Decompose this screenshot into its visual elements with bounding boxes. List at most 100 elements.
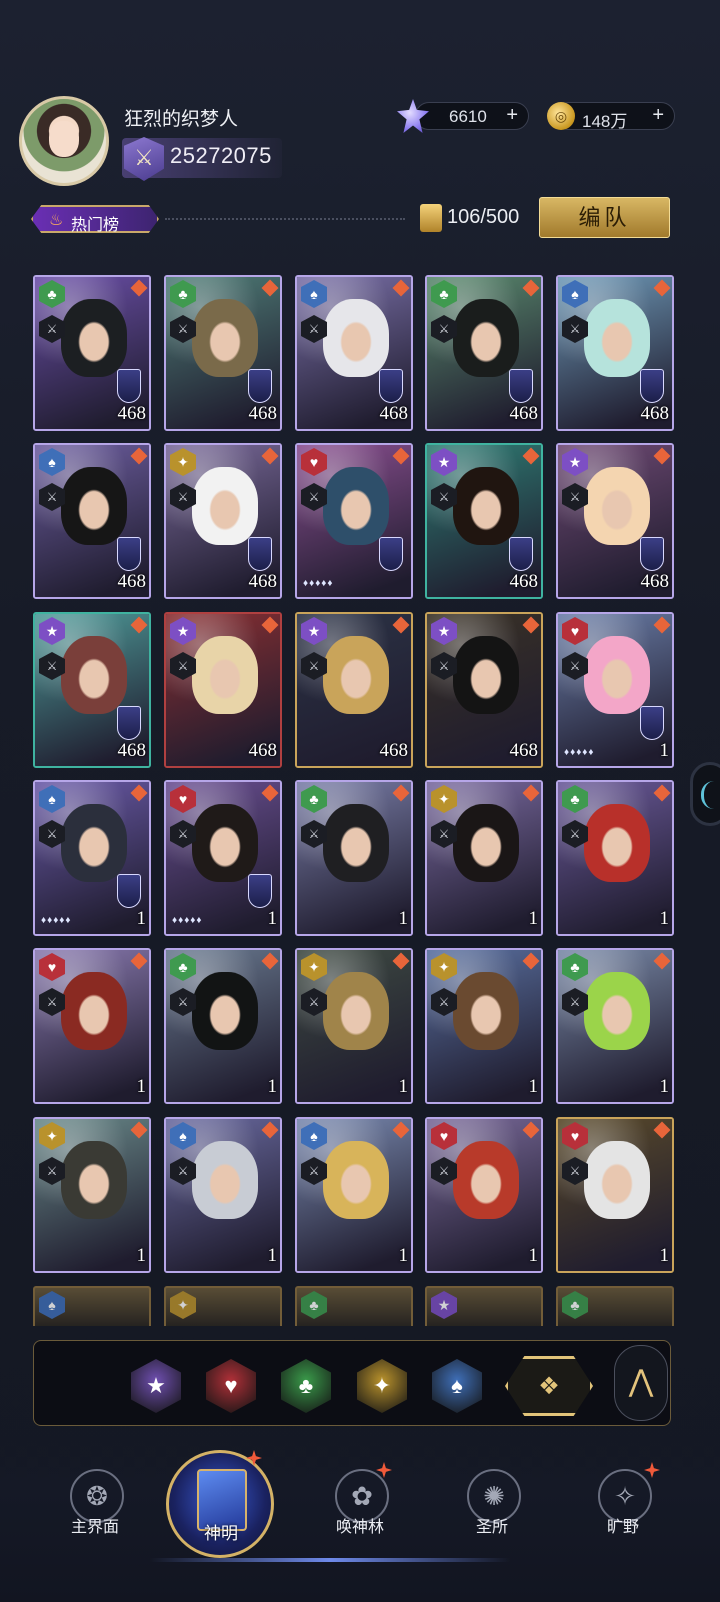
collapse-filter-button[interactable]: ⋀ xyxy=(614,1345,668,1421)
hero-card[interactable]: ♠ ⚔ 468 xyxy=(556,275,674,431)
hero-card[interactable]: ♥ ⚔ ♦♦♦♦♦ 1 xyxy=(164,780,282,936)
nav-main-label: 主界面 xyxy=(70,1519,119,1536)
hero-card[interactable]: ♠ ⚔ 468 xyxy=(33,443,151,599)
nav-gods-label: 神明 xyxy=(204,1524,238,1543)
hero-card[interactable]: ♥ ⚔ 1 xyxy=(556,1117,674,1273)
hero-card[interactable]: ✦ ⚔ 1 xyxy=(425,948,543,1104)
card-level: 1 xyxy=(136,1076,147,1097)
rank-shield-icon xyxy=(509,537,533,571)
character-portrait xyxy=(192,467,258,545)
nav-summon-forest-label: 唤神林 xyxy=(335,1519,384,1536)
hero-card-partial[interactable]: ★ xyxy=(425,1286,543,1326)
hero-card[interactable]: ♥ ⚔ ♦♦♦♦♦ 1 xyxy=(556,612,674,768)
character-portrait xyxy=(453,804,519,882)
card-level: 1 xyxy=(659,908,670,929)
card-level: 1 xyxy=(136,1245,147,1266)
card-level: 1 xyxy=(267,1245,278,1266)
character-portrait xyxy=(584,972,650,1050)
character-portrait xyxy=(61,804,127,882)
hero-card[interactable]: ♣ ⚔ 1 xyxy=(164,948,282,1104)
nav-wilds[interactable]: ✧ 旷野 xyxy=(568,1465,678,1565)
card-level: 1 xyxy=(136,908,147,929)
side-drawer-handle[interactable] xyxy=(690,762,720,826)
character-portrait xyxy=(323,467,389,545)
awaken-stars: ♦♦♦♦♦ xyxy=(172,915,203,926)
hero-card[interactable]: ♣ ⚔ 1 xyxy=(295,780,413,936)
character-portrait xyxy=(192,299,258,377)
rank-shield-icon xyxy=(379,369,403,403)
nav-sanctuary[interactable]: ✺ 圣所 xyxy=(437,1465,547,1565)
hero-card[interactable]: ★ ⚔ 468 xyxy=(33,612,151,768)
nav-summon-forest[interactable]: ✿ 唤神林 xyxy=(305,1465,415,1565)
hero-card[interactable]: ✦ ⚔ 1 xyxy=(33,1117,151,1273)
hero-card[interactable]: ✦ ⚔ 1 xyxy=(425,780,543,936)
card-level: 1 xyxy=(528,1076,539,1097)
rank-shield-icon xyxy=(248,537,272,571)
card-level: 1 xyxy=(659,1076,670,1097)
card-level: 468 xyxy=(248,571,278,592)
hero-card[interactable]: ♣ ⚔ 1 xyxy=(556,780,674,936)
nav-gods[interactable]: 神明 xyxy=(166,1450,274,1558)
hero-card-partial[interactable]: ♣ xyxy=(295,1286,413,1326)
card-level: 1 xyxy=(267,908,278,929)
card-level: 468 xyxy=(509,571,539,592)
hero-card[interactable]: ♠ ⚔ ♦♦♦♦♦ 1 xyxy=(33,780,151,936)
card-level: 468 xyxy=(379,740,409,761)
nav-main[interactable]: ❂ 主界面 xyxy=(40,1465,150,1565)
character-portrait xyxy=(453,299,519,377)
character-portrait xyxy=(323,1141,389,1219)
hero-card[interactable]: ♥ ⚔ 1 xyxy=(33,948,151,1104)
character-portrait xyxy=(61,299,127,377)
character-portrait xyxy=(61,972,127,1050)
character-portrait xyxy=(453,636,519,714)
hero-card[interactable]: ♥ ⚔ ♦♦♦♦♦ xyxy=(295,443,413,599)
diamond-suit-icon: ✦ xyxy=(170,1291,196,1319)
hero-card[interactable]: ✦ ⚔ 1 xyxy=(295,948,413,1104)
hero-card[interactable]: ★ ⚔ 468 xyxy=(425,443,543,599)
hero-card-partial[interactable]: ♠ xyxy=(33,1286,151,1326)
character-portrait xyxy=(61,467,127,545)
card-level: 468 xyxy=(117,571,147,592)
hero-card-partial[interactable]: ♣ xyxy=(556,1286,674,1326)
hero-card-partial[interactable]: ✦ xyxy=(164,1286,282,1326)
spade-suit-icon: ♠ xyxy=(39,1291,65,1319)
character-portrait xyxy=(61,1141,127,1219)
hero-card[interactable]: ♣ ⚔ 468 xyxy=(425,275,543,431)
card-level: 1 xyxy=(398,1245,409,1266)
card-level: 468 xyxy=(640,403,670,424)
character-portrait xyxy=(323,804,389,882)
hero-card[interactable]: ★ ⚔ 468 xyxy=(164,612,282,768)
character-portrait xyxy=(584,636,650,714)
nav-wilds-label: 旷野 xyxy=(606,1519,639,1536)
card-level: 1 xyxy=(398,908,409,929)
rank-shield-icon xyxy=(117,874,141,908)
card-level: 468 xyxy=(248,740,278,761)
hero-card[interactable]: ★ ⚔ 468 xyxy=(556,443,674,599)
hero-card[interactable]: ★ ⚔ 468 xyxy=(425,612,543,768)
hero-card[interactable]: ✦ ⚔ 468 xyxy=(164,443,282,599)
character-portrait xyxy=(323,636,389,714)
hero-card[interactable]: ♥ ⚔ 1 xyxy=(425,1117,543,1273)
card-level: 1 xyxy=(528,908,539,929)
card-level: 1 xyxy=(659,1245,670,1266)
star-suit-icon: ★ xyxy=(431,1291,457,1319)
hero-card[interactable]: ♠ ⚔ 468 xyxy=(295,275,413,431)
hero-card[interactable]: ♣ ⚔ 1 xyxy=(556,948,674,1104)
hero-card[interactable]: ♠ ⚔ 1 xyxy=(295,1117,413,1273)
rank-shield-icon xyxy=(640,537,664,571)
character-portrait xyxy=(453,972,519,1050)
hero-card[interactable]: ♣ ⚔ 468 xyxy=(164,275,282,431)
awaken-stars: ♦♦♦♦♦ xyxy=(303,578,334,589)
card-level: 468 xyxy=(117,740,147,761)
card-level: 468 xyxy=(509,403,539,424)
hero-card[interactable]: ♣ ⚔ 468 xyxy=(33,275,151,431)
character-portrait xyxy=(584,804,650,882)
hero-card[interactable]: ♠ ⚔ 1 xyxy=(164,1117,282,1273)
character-portrait xyxy=(192,1141,258,1219)
character-portrait xyxy=(453,1141,519,1219)
character-portrait xyxy=(192,804,258,882)
card-level: 1 xyxy=(267,1076,278,1097)
hero-card[interactable]: ★ ⚔ 468 xyxy=(295,612,413,768)
rank-shield-icon xyxy=(117,537,141,571)
card-level: 468 xyxy=(640,571,670,592)
